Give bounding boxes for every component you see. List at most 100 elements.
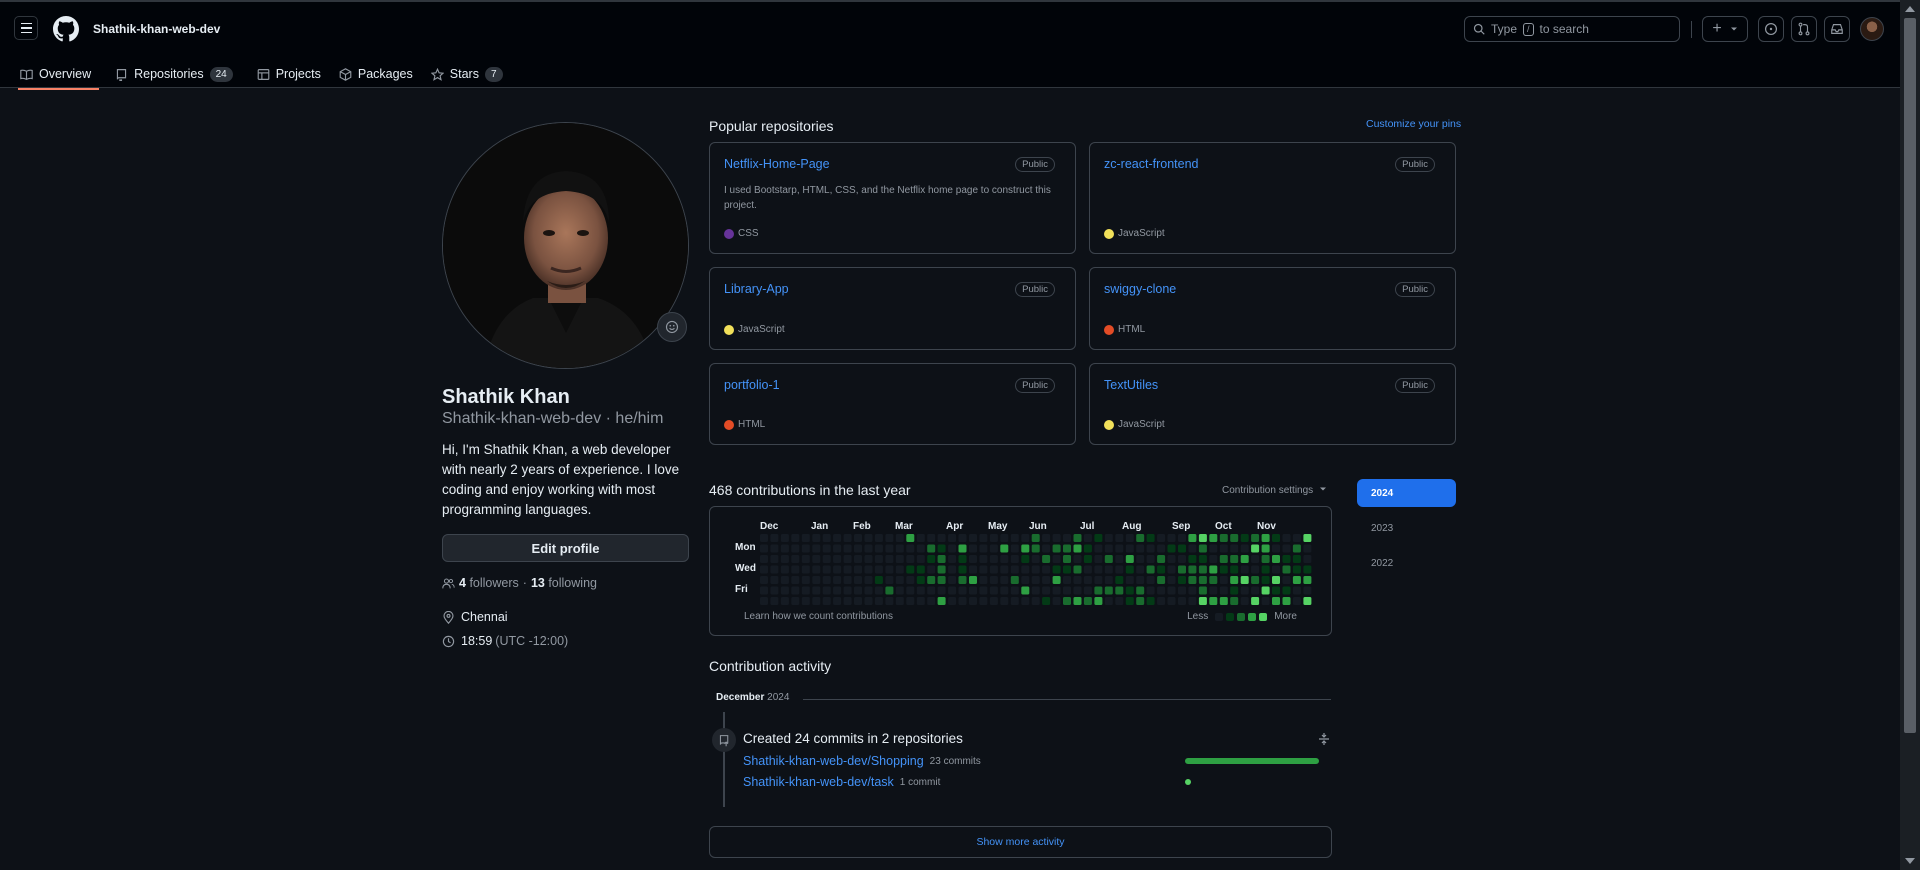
contribution-day-cell[interactable]: [1261, 544, 1270, 553]
contribution-day-cell[interactable]: [1303, 534, 1312, 542]
contribution-day-cell[interactable]: [833, 534, 842, 542]
contribution-day-cell[interactable]: [791, 534, 800, 542]
contribution-day-cell[interactable]: [791, 555, 800, 563]
contribution-day-cell[interactable]: [1292, 544, 1301, 553]
contribution-day-cell[interactable]: [1021, 565, 1030, 574]
contribution-day-cell[interactable]: [1188, 534, 1197, 542]
contribution-day-cell[interactable]: [979, 576, 988, 584]
contribution-day-cell[interactable]: [906, 544, 915, 553]
contribution-day-cell[interactable]: [989, 597, 998, 605]
contribution-day-cell[interactable]: [1272, 534, 1280, 542]
contribution-day-cell[interactable]: [948, 544, 957, 553]
contribution-day-cell[interactable]: [1178, 597, 1186, 605]
contribution-day-cell[interactable]: [1146, 576, 1155, 584]
contribution-day-cell[interactable]: [854, 565, 862, 574]
contribution-day-cell[interactable]: [1115, 534, 1124, 542]
contribution-day-cell[interactable]: [927, 565, 936, 574]
contribution-day-cell[interactable]: [1251, 565, 1260, 574]
contribution-day-cell[interactable]: [989, 544, 998, 553]
contribution-day-cell[interactable]: [989, 534, 998, 542]
contribution-day-cell[interactable]: [937, 555, 946, 563]
contribution-day-cell[interactable]: [1042, 576, 1051, 584]
followers-link[interactable]: 4 followers: [459, 576, 519, 590]
contribution-day-cell[interactable]: [791, 565, 800, 574]
contribution-day-cell[interactable]: [1052, 576, 1061, 584]
contribution-day-cell[interactable]: [1157, 597, 1166, 605]
contribution-day-cell[interactable]: [801, 544, 810, 553]
contribution-day-cell[interactable]: [1209, 565, 1218, 574]
contribution-day-cell[interactable]: [864, 555, 873, 563]
contribution-day-cell[interactable]: [1000, 597, 1009, 605]
contribution-day-cell[interactable]: [1083, 597, 1092, 605]
contribution-day-cell[interactable]: [1000, 586, 1009, 595]
contribution-day-cell[interactable]: [760, 565, 768, 574]
contribution-day-cell[interactable]: [1198, 597, 1207, 605]
contribution-day-cell[interactable]: [948, 586, 957, 595]
contribution-day-cell[interactable]: [1209, 544, 1218, 553]
contribution-day-cell[interactable]: [1198, 544, 1207, 553]
contribution-day-cell[interactable]: [1251, 555, 1260, 563]
repo-link[interactable]: swiggy-clone: [1104, 282, 1176, 296]
contribution-day-cell[interactable]: [1010, 555, 1019, 563]
contribution-day-cell[interactable]: [1136, 555, 1145, 563]
contribution-day-cell[interactable]: [1303, 576, 1312, 584]
contribution-day-cell[interactable]: [1031, 586, 1040, 595]
contribution-day-cell[interactable]: [989, 555, 998, 563]
contribution-day-cell[interactable]: [1251, 576, 1260, 584]
contribution-day-cell[interactable]: [1209, 534, 1218, 542]
contribution-day-cell[interactable]: [1188, 586, 1197, 595]
contribution-day-cell[interactable]: [1157, 544, 1166, 553]
contribution-day-cell[interactable]: [1261, 576, 1270, 584]
contribution-day-cell[interactable]: [770, 544, 779, 553]
contribution-day-cell[interactable]: [1104, 576, 1113, 584]
contribution-day-cell[interactable]: [874, 597, 883, 605]
contribution-day-cell[interactable]: [979, 544, 988, 553]
contribution-day-cell[interactable]: [1094, 534, 1103, 542]
contribution-day-cell[interactable]: [1021, 555, 1030, 563]
year-2024-button[interactable]: 2024: [1357, 479, 1456, 507]
year-2023-button[interactable]: 2023: [1357, 514, 1456, 542]
contribution-day-cell[interactable]: [1136, 597, 1145, 605]
contribution-day-cell[interactable]: [854, 555, 862, 563]
contribution-day-cell[interactable]: [1261, 534, 1270, 542]
contribution-day-cell[interactable]: [1240, 576, 1249, 584]
contribution-day-cell[interactable]: [1230, 565, 1239, 574]
contribution-day-cell[interactable]: [969, 576, 977, 584]
contribution-day-cell[interactable]: [812, 565, 821, 574]
contribution-day-cell[interactable]: [1251, 597, 1260, 605]
contribution-day-cell[interactable]: [1157, 565, 1166, 574]
contribution-day-cell[interactable]: [895, 586, 904, 595]
contribution-day-cell[interactable]: [969, 544, 977, 553]
contribution-day-cell[interactable]: [1031, 534, 1040, 542]
contribution-day-cell[interactable]: [1303, 565, 1312, 574]
github-logo-icon[interactable]: [53, 16, 79, 42]
contribution-day-cell[interactable]: [916, 565, 925, 574]
contribution-day-cell[interactable]: [1240, 544, 1249, 553]
contribution-day-cell[interactable]: [1031, 544, 1040, 553]
contribution-day-cell[interactable]: [1042, 555, 1051, 563]
contribution-day-cell[interactable]: [822, 597, 831, 605]
contribution-day-cell[interactable]: [1219, 555, 1228, 563]
contribution-day-cell[interactable]: [843, 544, 852, 553]
contribution-day-cell[interactable]: [916, 534, 925, 542]
contribution-day-cell[interactable]: [895, 576, 904, 584]
contribution-day-cell[interactable]: [1146, 586, 1155, 595]
contribution-day-cell[interactable]: [958, 576, 967, 584]
contribution-day-cell[interactable]: [1021, 597, 1030, 605]
contribution-day-cell[interactable]: [937, 597, 946, 605]
contribution-day-cell[interactable]: [1167, 586, 1176, 595]
contribution-day-cell[interactable]: [895, 544, 904, 553]
contribution-day-cell[interactable]: [1188, 565, 1197, 574]
contribution-day-cell[interactable]: [1021, 544, 1030, 553]
contribution-day-cell[interactable]: [927, 544, 936, 553]
contribution-day-cell[interactable]: [843, 565, 852, 574]
contribution-day-cell[interactable]: [1188, 597, 1197, 605]
contribution-day-cell[interactable]: [1063, 565, 1071, 574]
contribution-day-cell[interactable]: [1146, 534, 1155, 542]
contribution-day-cell[interactable]: [958, 555, 967, 563]
contribution-day-cell[interactable]: [1209, 597, 1218, 605]
contribution-day-cell[interactable]: [1303, 597, 1312, 605]
contribution-day-cell[interactable]: [958, 565, 967, 574]
contribution-day-cell[interactable]: [937, 565, 946, 574]
contribution-day-cell[interactable]: [1104, 597, 1113, 605]
